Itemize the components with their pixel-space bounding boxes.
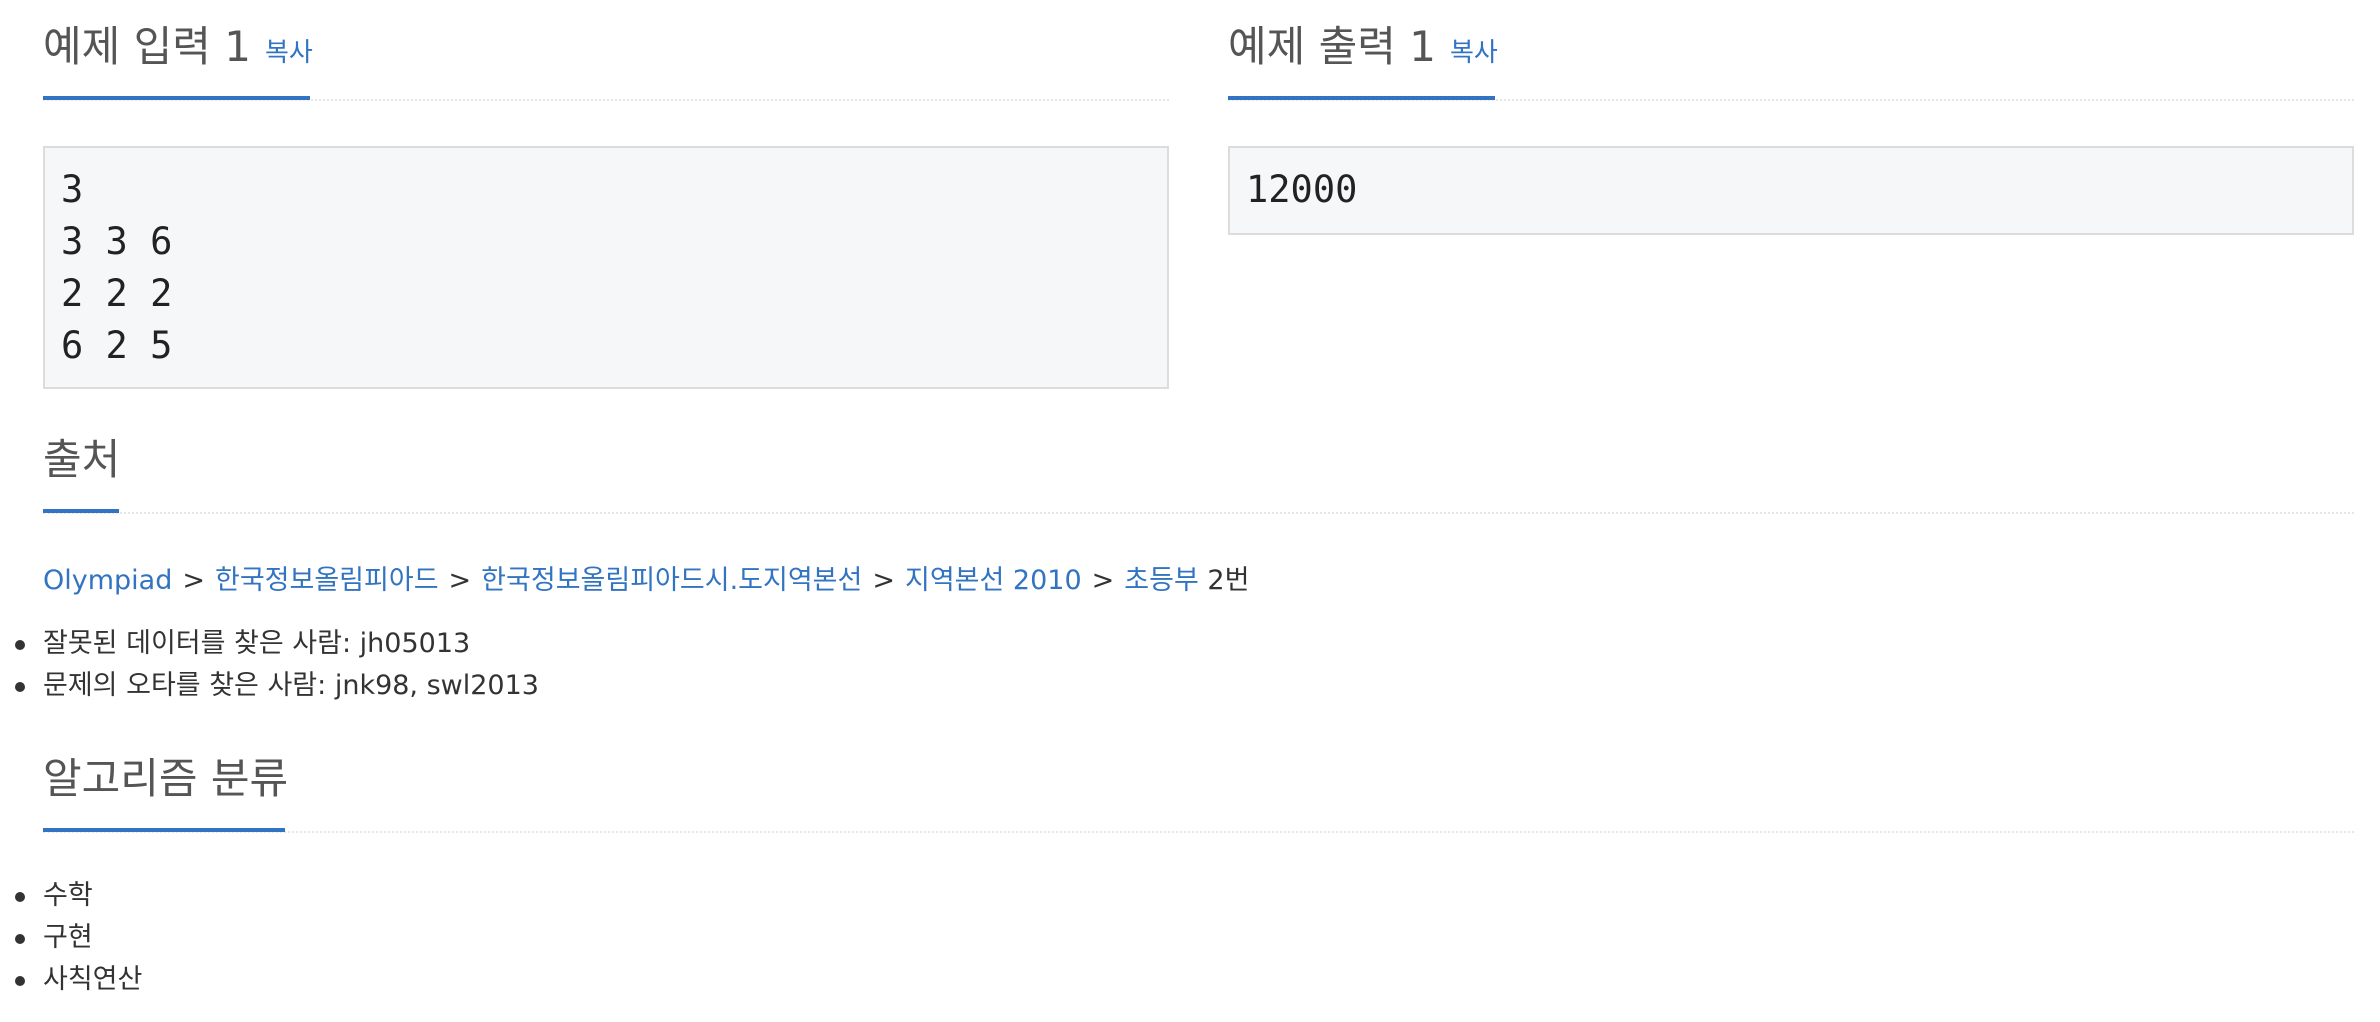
copy-sample-input-link[interactable]: 복사 (265, 40, 313, 66)
bullet-icon (15, 682, 25, 692)
source-breadcrumb: Olympiad > 한국정보올림피아드 > 한국정보올림피아드시.도지역본선 > 지역본선… (43, 563, 1249, 599)
algorithm-title: 알고리즘 분류 (43, 754, 289, 803)
sample-output-title: 예제 출력 1 (1228, 22, 1436, 71)
credit-text: 문제의 오타를 찾은 사람: jnk98, swl2013 (43, 670, 539, 701)
tag-label: 구현 (43, 922, 93, 953)
bullet-icon (15, 892, 25, 902)
list-item: 문제의 오타를 찾은 사람: jnk98, swl2013 (0, 665, 539, 707)
source-link-koi-regional[interactable]: 한국정보올림피아드시.도지역본선 (481, 565, 862, 596)
sample-output-title-underline: 예제 출력 1 복사 (1228, 0, 1498, 100)
sample-input-headline: 예제 입력 1 복사 (43, 0, 1169, 101)
algorithm-tag[interactable]: 구현 (0, 917, 142, 959)
sample-input-title: 예제 입력 1 (43, 22, 251, 71)
algorithm-headline: 알고리즘 분류 (43, 732, 2354, 833)
source-title-underline: 출처 (43, 413, 121, 513)
source-link-elementary[interactable]: 초등부 (1124, 565, 1199, 596)
bullet-icon (15, 640, 25, 650)
source-link-regional-2010[interactable]: 지역본선 2010 (905, 565, 1082, 596)
credit-text: 잘못된 데이터를 찾은 사람: jh05013 (43, 628, 471, 659)
bullet-icon (15, 934, 25, 944)
breadcrumb-separator: > (182, 565, 205, 596)
sample-input-title-underline: 예제 입력 1 복사 (43, 0, 313, 100)
source-title: 출처 (43, 435, 121, 484)
source-headline: 출처 (43, 413, 2354, 514)
credits-list: 잘못된 데이터를 찾은 사람: jh05013 문제의 오타를 찾은 사람: j… (0, 623, 539, 707)
algorithm-tag-list: 수학 구현 사칙연산 (0, 875, 142, 1001)
bullet-icon (15, 976, 25, 986)
problem-number: 2번 (1207, 565, 1250, 596)
list-item: 잘못된 데이터를 찾은 사람: jh05013 (0, 623, 539, 665)
tag-label: 사칙연산 (43, 964, 143, 995)
sample-output-headline: 예제 출력 1 복사 (1228, 0, 2354, 101)
algorithm-tag[interactable]: 사칙연산 (0, 959, 142, 1001)
copy-sample-output-link[interactable]: 복사 (1450, 40, 1498, 66)
breadcrumb-separator: > (872, 565, 895, 596)
algorithm-title-underline: 알고리즘 분류 (43, 732, 289, 832)
breadcrumb-separator: > (448, 565, 472, 596)
source-link-olympiad[interactable]: Olympiad (43, 565, 172, 596)
sample-input-box: 3 3 3 6 2 2 2 6 2 5 (43, 146, 1169, 389)
breadcrumb-separator: > (1091, 565, 1115, 596)
sample-output-box: 12000 (1228, 146, 2354, 235)
algorithm-tag[interactable]: 수학 (0, 875, 142, 917)
tag-label: 수학 (43, 880, 93, 911)
source-link-koi[interactable]: 한국정보올림피아드 (215, 565, 439, 596)
